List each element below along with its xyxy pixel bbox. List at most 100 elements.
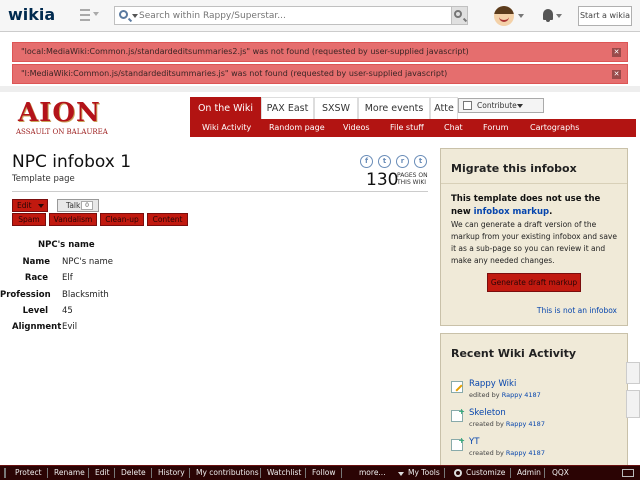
activity-user-link[interactable]: Rappy 4187	[502, 391, 541, 399]
infobox-label: Alignment	[12, 322, 62, 332]
toolbar-watchlist[interactable]: Watchlist	[267, 466, 301, 480]
infobox-label: Level	[22, 306, 48, 316]
generate-draft-markup-button[interactable]: Generate draft markup	[487, 273, 581, 292]
toolbar-delete[interactable]: Delete	[121, 466, 146, 480]
infobox-title: NPC's name	[38, 240, 95, 250]
user-menu-chevron-icon[interactable]	[518, 14, 524, 18]
error-banner: "l:MediaWiki:Common.js/standardeditsumma…	[12, 64, 628, 84]
activity-action: created by	[469, 449, 504, 457]
activity-meta: created by Rappy 4187	[469, 420, 545, 428]
tab-more-events[interactable]: More events	[358, 97, 430, 119]
tab-on-the-wiki[interactable]: On the Wiki	[190, 97, 261, 119]
toolbar-my-tools[interactable]: My Tools	[408, 466, 440, 480]
search-scope-icon[interactable]	[119, 10, 128, 19]
chevron-down-icon[interactable]	[132, 14, 138, 18]
toolbar-rename[interactable]: Rename	[54, 466, 85, 480]
wikia-bar-toolbar: Protect Rename Edit Delete History My co…	[0, 465, 640, 480]
wiki-tabs: On the Wiki PAX East SXSW More events At…	[190, 97, 460, 119]
toolbar-admin[interactable]: Admin	[517, 466, 541, 480]
edit-button[interactable]: Edit	[12, 199, 48, 212]
gear-icon[interactable]	[454, 469, 462, 477]
subnav-chat[interactable]: Chat	[444, 119, 463, 137]
start-a-wikia-button[interactable]: Start a wikia	[578, 6, 632, 26]
activity-meta: edited by Rappy 4187	[469, 391, 541, 399]
toolbar-customize[interactable]: Customize	[466, 466, 505, 480]
talk-count-badge: 0	[81, 201, 93, 210]
reddit-icon[interactable]: r	[396, 155, 409, 168]
toolbar-grip	[4, 468, 6, 478]
infobox-markup-link[interactable]: infobox markup	[474, 207, 549, 217]
page-title: NPC infobox 1	[12, 152, 132, 172]
activity-action: created by	[469, 420, 504, 428]
user-avatar[interactable]	[494, 6, 514, 26]
side-scroll-tab[interactable]	[626, 390, 640, 418]
search-icon	[454, 10, 462, 18]
activity-page-link[interactable]: YT	[469, 437, 479, 447]
divider	[114, 468, 115, 478]
divider	[47, 468, 48, 478]
infobox-label: Name	[22, 257, 50, 267]
activity-user-link[interactable]: Rappy 4187	[506, 449, 545, 457]
talk-button-label: Talk	[66, 201, 81, 210]
wiki-logo-subtitle: ASSAULT ON BALAUREA	[16, 128, 108, 136]
toolbar-history[interactable]: History	[158, 466, 185, 480]
recent-activity-module: Recent Wiki Activity Rappy Wiki edited b…	[440, 333, 628, 473]
side-scroll-tab[interactable]	[626, 362, 640, 384]
tag-content-button[interactable]: Content	[147, 213, 188, 226]
toolbar-collapse-icon[interactable]	[622, 469, 634, 477]
subnav-forum[interactable]: Forum	[483, 119, 508, 137]
twitter-icon[interactable]: t	[378, 155, 391, 168]
subnav-wiki-activity[interactable]: Wiki Activity	[202, 119, 251, 137]
contribute-button[interactable]: Contribute	[458, 98, 544, 113]
infobox-value: Blacksmith	[62, 290, 109, 300]
toolbar-follow[interactable]: Follow	[312, 466, 336, 480]
toolbar-my-contributions[interactable]: My contributions	[196, 466, 259, 480]
talk-button[interactable]: Talk 0	[57, 199, 99, 212]
subnav-cartographs[interactable]: Cartographs	[530, 119, 579, 137]
global-nav: wikia Start a wikia	[0, 0, 640, 32]
edit-icon	[451, 381, 463, 393]
activity-action: edited by	[469, 391, 500, 399]
infobox-value: NPC's name	[62, 257, 113, 267]
activity-user-link[interactable]: Rappy 4187	[506, 420, 545, 428]
facebook-icon[interactable]: f	[360, 155, 373, 168]
search-input[interactable]	[139, 8, 439, 23]
search-submit-button[interactable]	[451, 7, 467, 24]
subnav-random-page[interactable]: Random page	[269, 119, 325, 137]
hamburger-menu-icon[interactable]	[80, 9, 99, 21]
tumblr-icon[interactable]: t	[414, 155, 427, 168]
wiki-logo[interactable]: AION ASSAULT ON BALAUREA	[14, 98, 108, 140]
notifications-bell-icon[interactable]	[543, 9, 553, 22]
divider	[0, 86, 640, 92]
toolbar-more[interactable]: more...	[359, 466, 386, 480]
subnav-videos[interactable]: Videos	[343, 119, 370, 137]
subnav-file-stuff[interactable]: File stuff	[390, 119, 424, 137]
chevron-down-icon[interactable]	[398, 472, 404, 476]
tab-atte[interactable]: Atte	[430, 97, 458, 119]
chevron-down-icon[interactable]	[38, 204, 44, 208]
divider	[151, 468, 152, 478]
tag-cleanup-button[interactable]: Clean-up	[100, 213, 144, 226]
divider	[260, 468, 261, 478]
wiki-subnav: Wiki Activity Random page Videos File st…	[190, 119, 636, 137]
notifications-chevron-icon[interactable]	[556, 14, 562, 18]
module-heading: Recent Wiki Activity	[451, 347, 577, 360]
chevron-down-icon	[517, 104, 523, 108]
close-icon[interactable]: ✕	[612, 48, 621, 57]
tab-pax-east[interactable]: PAX East	[261, 97, 314, 119]
tag-spam-button[interactable]: Spam	[12, 213, 46, 226]
activity-page-link[interactable]: Skeleton	[469, 408, 506, 418]
infobox-label: Race	[24, 273, 48, 283]
not-an-infobox-link[interactable]: This is not an infobox	[537, 306, 617, 315]
infobox-value: 45	[62, 306, 73, 316]
tag-vandalism-button[interactable]: Vandalism	[49, 213, 97, 226]
tab-sxsw[interactable]: SXSW	[314, 97, 358, 119]
toolbar-edit[interactable]: Edit	[95, 466, 110, 480]
wiki-logo-text: AION	[18, 98, 101, 128]
close-icon[interactable]: ✕	[612, 70, 621, 79]
toolbar-protect[interactable]: Protect	[15, 466, 42, 480]
activity-page-link[interactable]: Rappy Wiki	[469, 379, 516, 389]
wikia-logo[interactable]: wikia	[8, 5, 55, 24]
divider	[341, 468, 342, 478]
toolbar-qqx[interactable]: QQX	[552, 466, 569, 480]
